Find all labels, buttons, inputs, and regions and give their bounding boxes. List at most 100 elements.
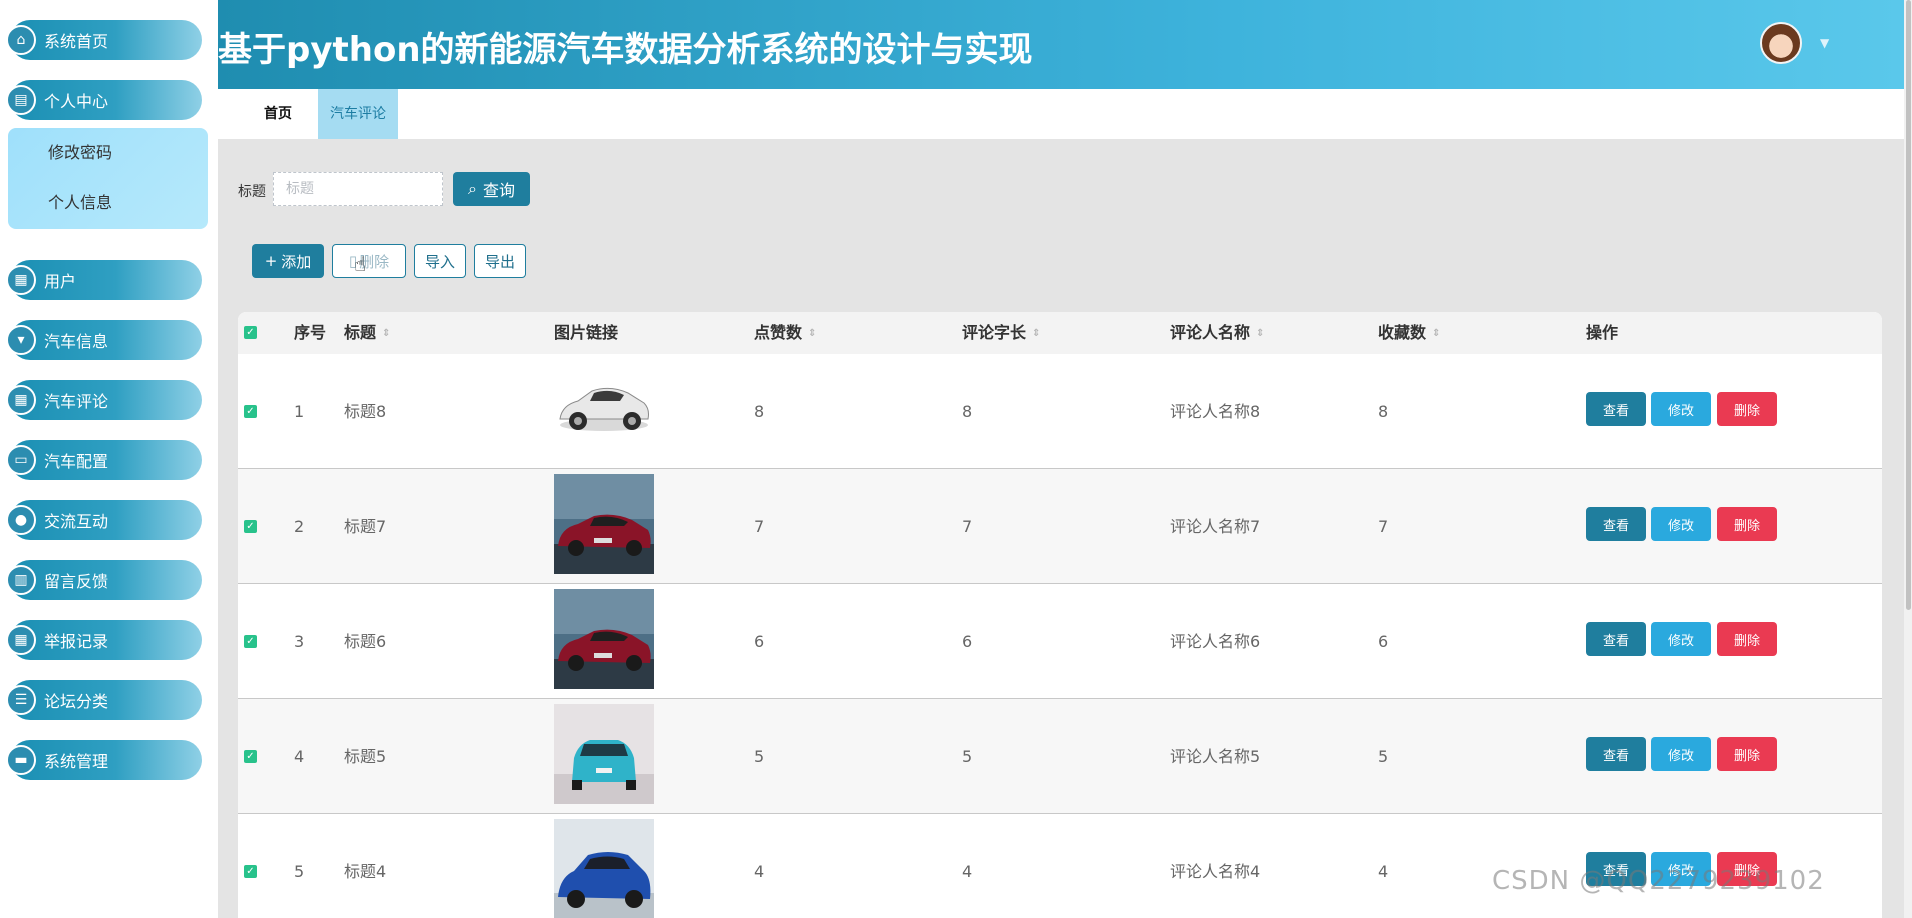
sidebar-item-car-config[interactable]: ▭ 汽车配置 xyxy=(6,440,202,480)
delete-button[interactable]: 删除 xyxy=(1717,737,1777,771)
cell-index: 5 xyxy=(294,862,305,881)
cell-length: 8 xyxy=(962,402,973,421)
edit-button[interactable]: 修改 xyxy=(1651,737,1711,771)
row-checkbox[interactable]: ✓ xyxy=(244,750,257,763)
cell-length: 5 xyxy=(962,747,973,766)
cell-commenter: 评论人名称5 xyxy=(1170,747,1261,766)
sidebar-item-forum-category[interactable]: ☰ 论坛分类 xyxy=(6,680,202,720)
add-button[interactable]: + 添加 xyxy=(252,244,324,278)
sidebar-item-label: 汽车评论 xyxy=(44,392,109,411)
view-button[interactable]: 查看 xyxy=(1586,622,1646,656)
column-header-image: 图片链接 xyxy=(554,323,619,342)
grid-icon: ▦ xyxy=(6,265,36,295)
sidebar-item-label: 个人中心 xyxy=(44,92,109,111)
sidebar-item-label: 交流互动 xyxy=(44,512,109,531)
top-header: 基于python的新能源汽车数据分析系统的设计与实现 ▼ xyxy=(218,0,1904,89)
view-button[interactable]: 查看 xyxy=(1586,392,1646,426)
column-header-title[interactable]: 标题 ⇕ xyxy=(344,312,390,354)
sort-icon[interactable]: ⇕ xyxy=(808,328,816,339)
edit-button[interactable]: 修改 xyxy=(1651,392,1711,426)
view-button[interactable]: 查看 xyxy=(1586,737,1646,771)
row-checkbox[interactable]: ✓ xyxy=(244,865,257,878)
column-header-label: 标题 xyxy=(344,323,377,342)
tabs-bar: 首页 汽车评论 xyxy=(218,89,1904,139)
tab-car-comments[interactable]: 汽车评论 xyxy=(318,89,398,139)
car-image-red[interactable] xyxy=(554,589,654,689)
select-all-checkbox[interactable]: ✓ xyxy=(244,326,257,339)
card-icon: ▤ xyxy=(6,85,36,115)
bulb-icon: ● xyxy=(6,505,36,535)
export-button[interactable]: 导出 xyxy=(474,244,526,278)
comments-table: ✓ 序号 标题 ⇕ 图片链接 点赞数 ⇕ 评论字长 ⇕ 评论人名称 ⇕ 收藏数 ⇕ 操作 … xyxy=(238,312,1882,918)
cell-commenter: 评论人名称7 xyxy=(1170,517,1261,536)
sidebar-item-label: 留言反馈 xyxy=(44,572,109,591)
cell-likes: 8 xyxy=(754,402,765,421)
sidebar-item-system-admin[interactable]: ▬ 系统管理 xyxy=(6,740,202,780)
cell-favorites: 6 xyxy=(1378,632,1389,651)
cell-favorites: 7 xyxy=(1378,517,1389,536)
sidebar-item-label: 汽车信息 xyxy=(44,332,109,351)
car-image-blue[interactable] xyxy=(554,819,654,918)
car-image-red[interactable] xyxy=(554,474,654,574)
edit-button[interactable]: 修改 xyxy=(1651,622,1711,656)
sidebar-item-feedback[interactable]: ▥ 留言反馈 xyxy=(6,560,202,600)
plus-icon: + xyxy=(264,252,278,270)
user-avatar[interactable] xyxy=(1760,22,1802,64)
app-title: 基于python的新能源汽车数据分析系统的设计与实现 xyxy=(218,30,1033,70)
row-checkbox[interactable]: ✓ xyxy=(244,405,257,418)
car-image-teal[interactable] xyxy=(554,704,654,804)
caret-down-icon[interactable]: ▼ xyxy=(1820,36,1829,50)
sidebar-item-home[interactable]: ⌂ 系统首页 xyxy=(6,20,202,60)
batch-delete-button[interactable]: ▯ 删除 xyxy=(332,244,406,278)
sort-icon[interactable]: ⇕ xyxy=(382,328,390,339)
grid-icon: ▦ xyxy=(6,625,36,655)
sidebar-item-car-info[interactable]: ▾ 汽车信息 xyxy=(6,320,202,360)
sidebar-item-label: 论坛分类 xyxy=(44,692,109,711)
column-header-commenter[interactable]: 评论人名称 ⇕ xyxy=(1170,312,1264,354)
table-row: ✓ 4 标题5 5 5 评论人名称5 5 查看 修改 删除 xyxy=(238,699,1882,814)
search-icon: ⌕ xyxy=(468,179,477,198)
delete-button[interactable]: 删除 xyxy=(1717,622,1777,656)
view-button[interactable]: 查看 xyxy=(1586,507,1646,541)
delete-button[interactable]: 删除 xyxy=(1717,507,1777,541)
cell-title: 标题5 xyxy=(344,747,387,766)
cell-likes: 5 xyxy=(754,747,765,766)
column-header-actions: 操作 xyxy=(1586,323,1619,342)
car-image-white[interactable] xyxy=(554,359,654,459)
cell-commenter: 评论人名称6 xyxy=(1170,632,1261,651)
query-button[interactable]: ⌕ 查询 xyxy=(453,172,530,206)
home-icon: ⌂ xyxy=(6,25,36,55)
sort-icon[interactable]: ⇕ xyxy=(1256,328,1264,339)
edit-button[interactable]: 修改 xyxy=(1651,507,1711,541)
sidebar-item-car-comments[interactable]: ▦ 汽车评论 xyxy=(6,380,202,420)
sort-icon[interactable]: ⇕ xyxy=(1432,328,1440,339)
cell-likes: 7 xyxy=(754,517,765,536)
submenu-item-change-password[interactable]: 修改密码 xyxy=(8,128,208,178)
row-checkbox[interactable]: ✓ xyxy=(244,520,257,533)
personal-submenu: 修改密码 个人信息 xyxy=(8,128,208,229)
sidebar-item-users[interactable]: ▦ 用户 xyxy=(6,260,202,300)
cell-index: 3 xyxy=(294,632,305,651)
import-button[interactable]: 导入 xyxy=(414,244,466,278)
column-header-length[interactable]: 评论字长 ⇕ xyxy=(962,312,1040,354)
sidebar-item-personal-center[interactable]: ▤ 个人中心 xyxy=(6,80,202,120)
cell-index: 1 xyxy=(294,402,305,421)
sidebar: ⌂ 系统首页 ▤ 个人中心 修改密码 个人信息 ▦ 用户 ▾ 汽车信息 ▦ 汽车… xyxy=(0,0,218,918)
pin-icon: ▾ xyxy=(6,325,36,355)
cell-index: 4 xyxy=(294,747,305,766)
title-search-input[interactable] xyxy=(273,172,443,206)
column-header-label: 收藏数 xyxy=(1378,323,1427,342)
column-header-likes[interactable]: 点赞数 ⇕ xyxy=(754,312,816,354)
cell-favorites: 5 xyxy=(1378,747,1389,766)
submenu-item-personal-info[interactable]: 个人信息 xyxy=(8,178,208,228)
sidebar-item-reports[interactable]: ▦ 举报记录 xyxy=(6,620,202,660)
tab-home[interactable]: 首页 xyxy=(248,89,308,139)
table-row: ✓ 2 标题7 7 7 评论人名称7 7 查看 修改 删除 xyxy=(238,469,1882,584)
scrollbar-thumb[interactable] xyxy=(1906,0,1911,610)
sort-icon[interactable]: ⇕ xyxy=(1032,328,1040,339)
watermark: CSDN @QQ2279239102 xyxy=(1492,866,1825,896)
row-checkbox[interactable]: ✓ xyxy=(244,635,257,648)
column-header-favorites[interactable]: 收藏数 ⇕ xyxy=(1378,312,1440,354)
delete-button[interactable]: 删除 xyxy=(1717,392,1777,426)
sidebar-item-interaction[interactable]: ● 交流互动 xyxy=(6,500,202,540)
